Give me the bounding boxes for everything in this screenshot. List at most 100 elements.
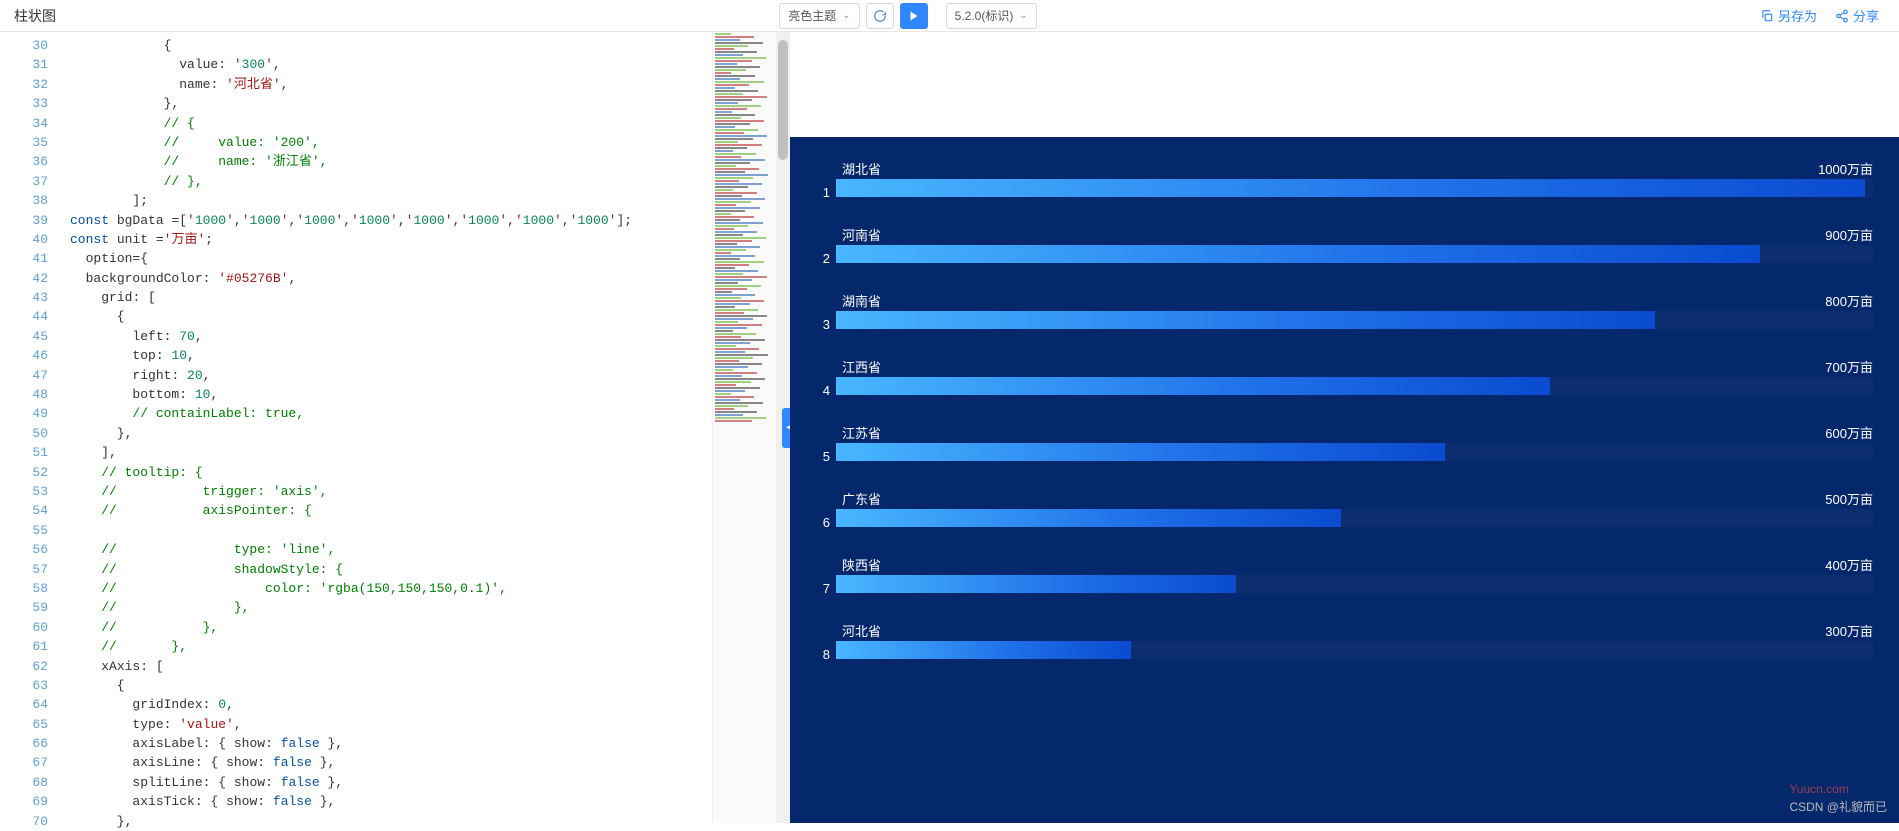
code-line[interactable]: backgroundColor: '#05276B', [70,269,712,288]
code-line[interactable]: // { [70,114,712,133]
code-line[interactable]: // tooltip: { [70,463,712,482]
chart-value-label: 1000万亩 [1818,159,1873,178]
chart-value-label: 900万亩 [1825,225,1873,244]
line-number: 41 [0,249,70,268]
main-area: 3031323334353637383940414243444546474849… [0,32,1899,823]
code-line[interactable]: ]; [70,191,712,210]
chart-index: 8 [814,647,830,662]
code-line[interactable]: splitLine: { show: false }, [70,773,712,792]
editor-panel: 3031323334353637383940414243444546474849… [0,32,790,823]
format-button[interactable] [866,3,894,29]
line-number: 38 [0,191,70,210]
version-select[interactable]: 5.2.0(标识) ⌄ [946,3,1037,29]
code-line[interactable]: // }, [70,637,712,656]
code-line[interactable]: // }, [70,598,712,617]
code-line[interactable]: }, [70,94,712,113]
code-line[interactable]: name: '河北省', [70,75,712,94]
code-line[interactable]: { [70,307,712,326]
code-line[interactable]: }, [70,424,712,443]
code-line[interactable]: axisTick: { show: false }, [70,792,712,811]
toolbar: 柱状图 亮色主题 ⌄ 5.2.0(标识) ⌄ 另存为 [0,0,1899,32]
code-line[interactable]: // }, [70,172,712,191]
code-line[interactable]: { [70,676,712,695]
minimap[interactable] [712,32,776,823]
line-number: 34 [0,114,70,133]
line-number: 32 [0,75,70,94]
chart-index: 4 [814,383,830,398]
line-number: 69 [0,792,70,811]
code-line[interactable]: right: 20, [70,366,712,385]
line-number: 51 [0,443,70,462]
chart-row: 3湖南省800万亩 [820,289,1869,341]
code-line[interactable]: ], [70,443,712,462]
code-line[interactable]: left: 70, [70,327,712,346]
code-line[interactable]: // }, [70,618,712,637]
code-line[interactable]: // type: 'line', [70,540,712,559]
chart-bar [836,641,1131,659]
line-number: 33 [0,94,70,113]
version-select-label: 5.2.0(标识) [955,7,1014,24]
code-line[interactable]: const unit ='万亩'; [70,230,712,249]
chart-row: 1湖北省1000万亩 [820,157,1869,209]
code-line[interactable]: // trigger: 'axis', [70,482,712,501]
line-number: 57 [0,560,70,579]
code-line[interactable]: { [70,36,712,55]
chart-index: 7 [814,581,830,596]
line-number: 30 [0,36,70,55]
share-button[interactable]: 分享 [1835,6,1879,25]
run-button[interactable] [900,3,928,29]
code-line[interactable]: // axisPointer: { [70,501,712,520]
line-number: 62 [0,657,70,676]
chart-row: 7陕西省400万亩 [820,553,1869,605]
code-line[interactable]: gridIndex: 0, [70,695,712,714]
chart-value-label: 700万亩 [1825,357,1873,376]
scrollbar-thumb[interactable] [778,40,788,160]
line-number: 52 [0,463,70,482]
chart-row: 5江苏省600万亩 [820,421,1869,473]
code-line[interactable]: type: 'value', [70,715,712,734]
chart-value-label: 500万亩 [1825,489,1873,508]
code-line[interactable]: value: '300', [70,55,712,74]
chart-row: 2河南省900万亩 [820,223,1869,275]
code-line[interactable]: option={ [70,249,712,268]
line-number: 54 [0,501,70,520]
chart-bar [836,245,1760,263]
watermark-site: Yuucn.com [1789,782,1887,796]
chart-category-label: 江苏省 [842,423,881,442]
chart-value-label: 600万亩 [1825,423,1873,442]
code-line[interactable]: // value: '200', [70,133,712,152]
code-editor[interactable]: { value: '300', name: '河北省', }, // { // … [70,32,712,823]
chart-bar [836,377,1550,395]
save-as-button[interactable]: 另存为 [1760,6,1817,25]
chart-bar [836,575,1236,593]
code-line[interactable]: grid: [ [70,288,712,307]
code-line[interactable] [70,521,712,540]
share-label: 分享 [1853,6,1879,25]
theme-select[interactable]: 亮色主题 ⌄ [779,3,859,29]
line-number: 45 [0,327,70,346]
watermark: Yuucn.com CSDN @礼貌而已 [1789,782,1887,815]
chevron-down-icon: ⌄ [1019,10,1027,21]
code-line[interactable]: axisLine: { show: false }, [70,753,712,772]
line-number: 42 [0,269,70,288]
code-line[interactable]: top: 10, [70,346,712,365]
line-number: 53 [0,482,70,501]
code-line[interactable]: axisLabel: { show: false }, [70,734,712,753]
line-number: 31 [0,55,70,74]
code-line[interactable]: // name: '浙江省', [70,152,712,171]
code-line[interactable]: xAxis: [ [70,657,712,676]
code-line[interactable]: // containLabel: true, [70,404,712,423]
copy-icon [1760,9,1774,23]
code-line[interactable]: // shadowStyle: { [70,560,712,579]
line-number: 35 [0,133,70,152]
share-icon [1835,9,1849,23]
code-line[interactable]: }, [70,812,712,831]
code-line[interactable]: bottom: 10, [70,385,712,404]
line-number: 63 [0,676,70,695]
line-number: 60 [0,618,70,637]
chart-index: 6 [814,515,830,530]
chart-value-label: 300万亩 [1825,621,1873,640]
line-number: 44 [0,307,70,326]
code-line[interactable]: // color: 'rgba(150,150,150,0.1)', [70,579,712,598]
code-line[interactable]: const bgData =['1000','1000','1000','100… [70,211,712,230]
